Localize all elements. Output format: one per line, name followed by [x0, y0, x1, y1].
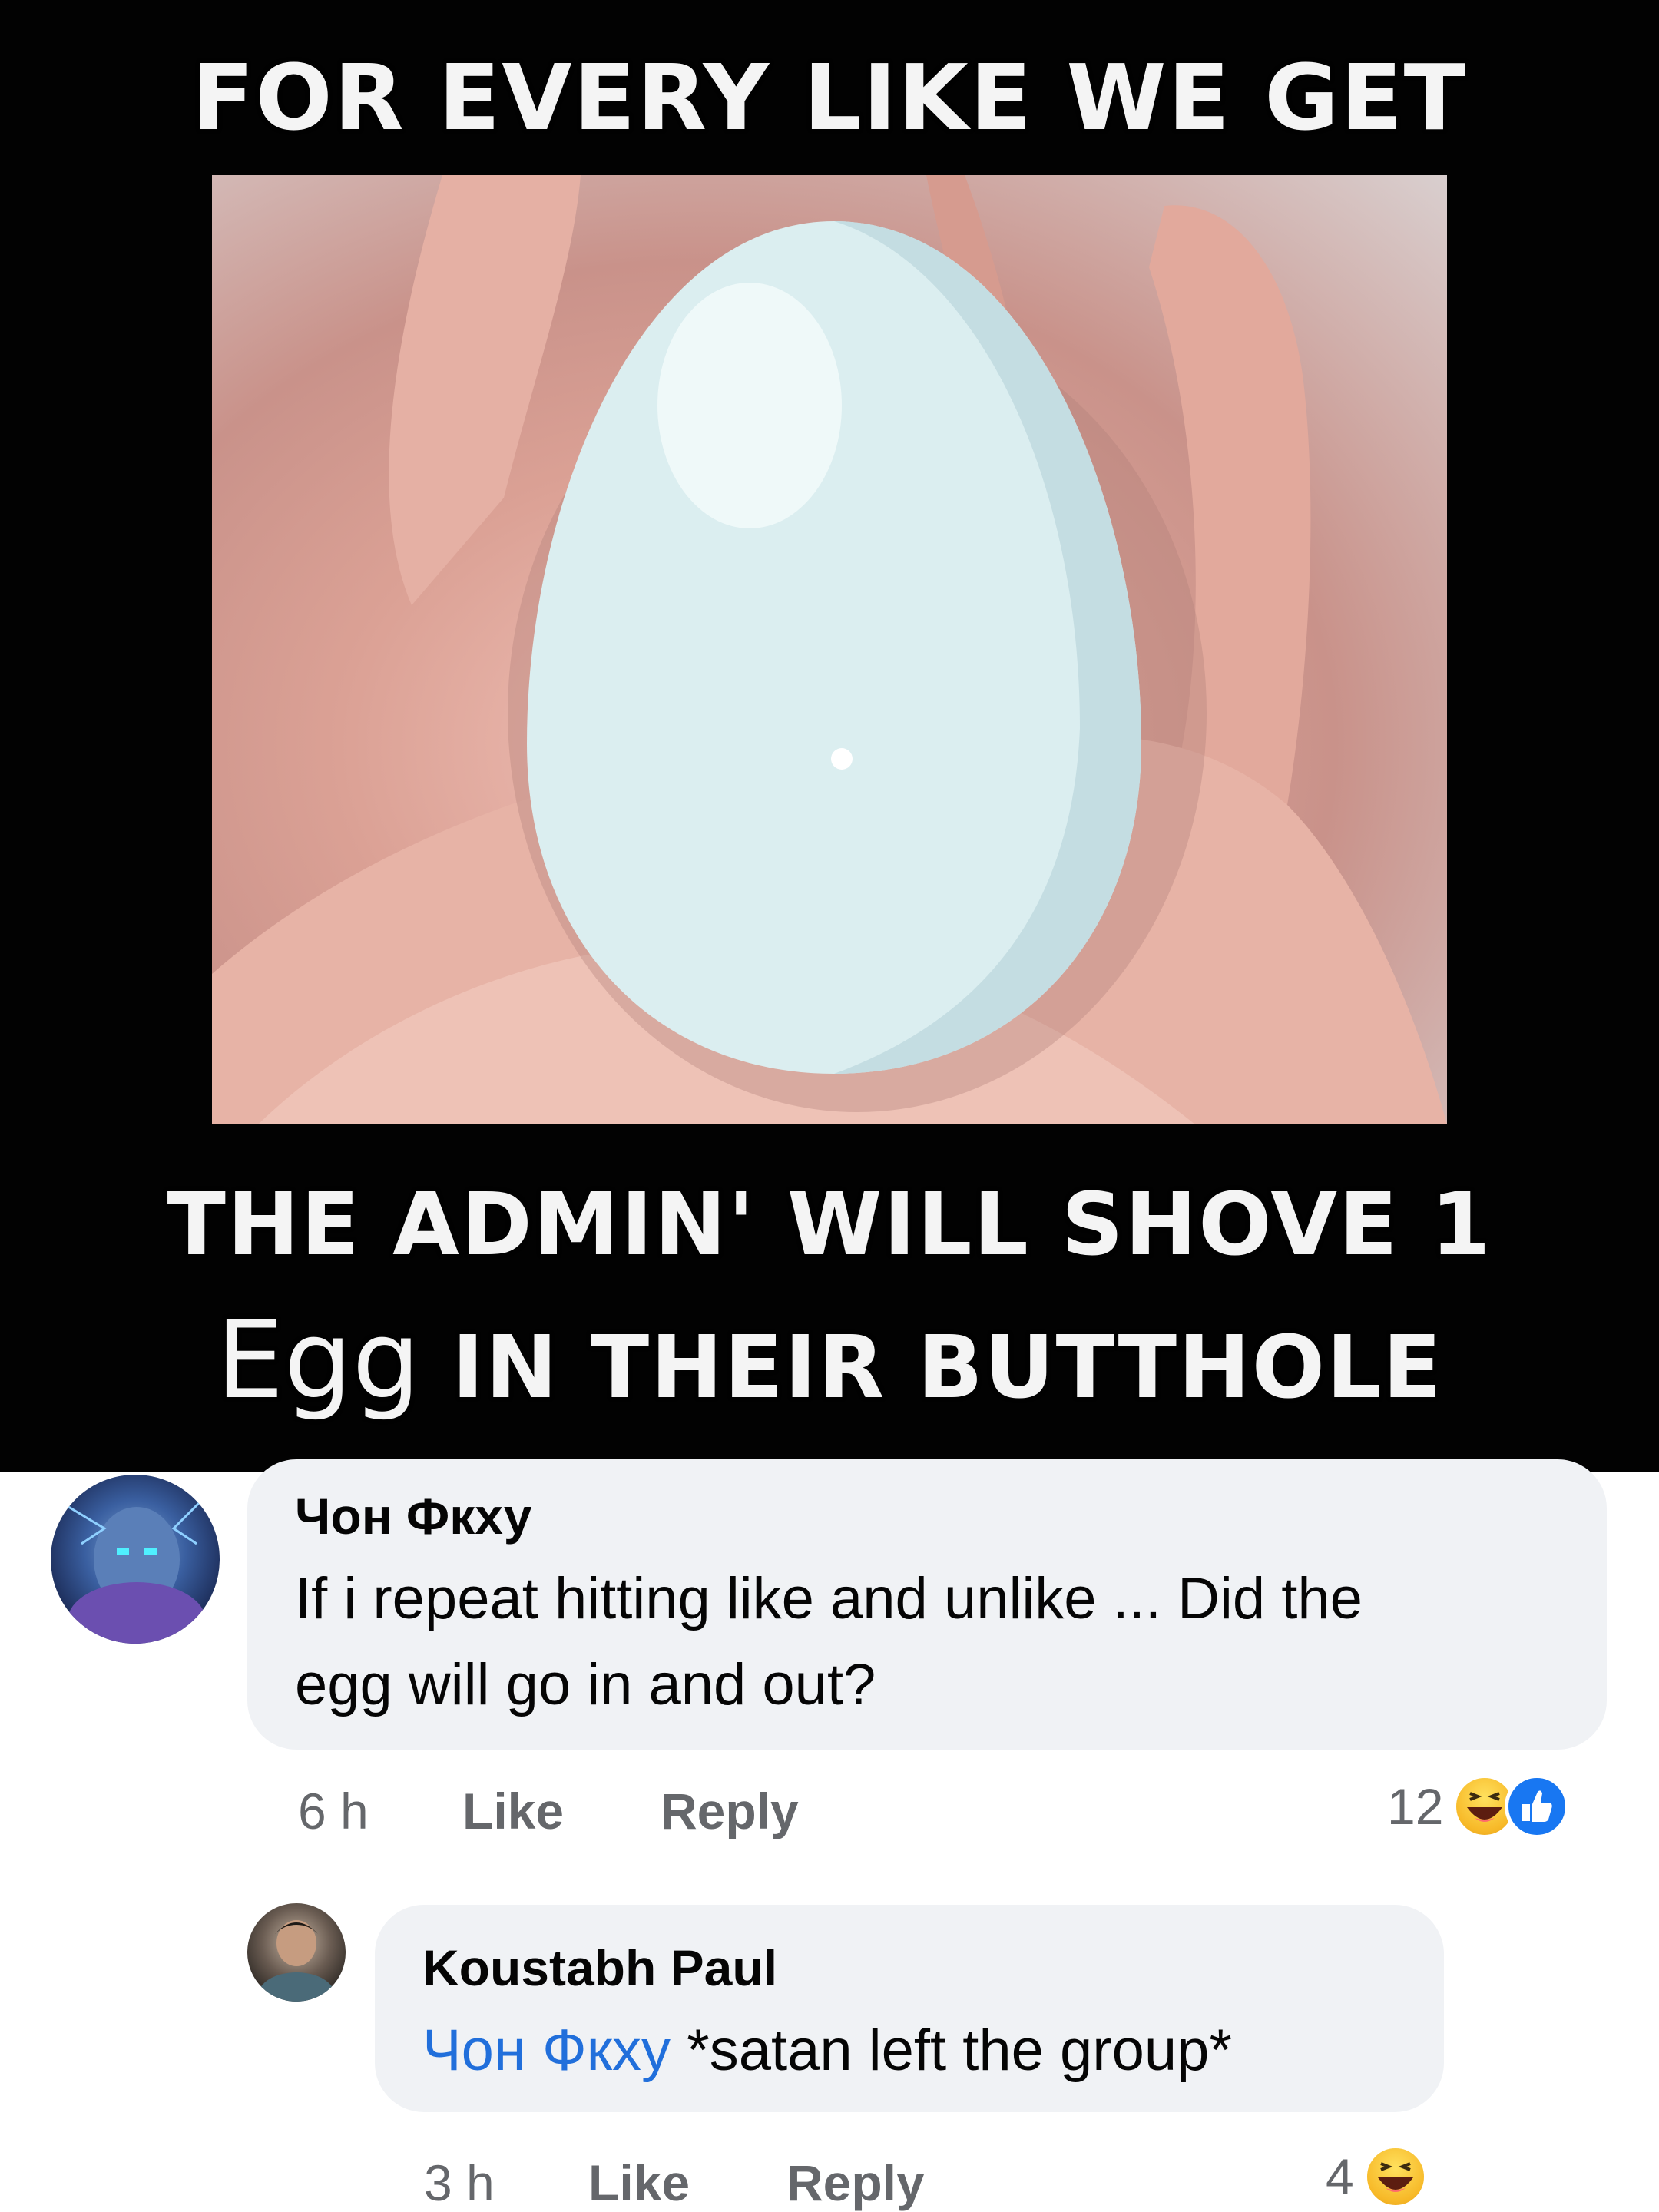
comment-text-rest: *satan left the group*	[671, 2018, 1232, 2083]
reaction-count: 4	[1326, 2148, 1354, 2205]
egg-in-hand-photo	[212, 175, 1447, 1124]
reply-button[interactable]: Reply	[661, 1782, 799, 1840]
like-icon	[1505, 1774, 1570, 1839]
meme-caption-egg-word: Egg	[216, 1298, 421, 1423]
comment-timestamp[interactable]: 3 h	[424, 2154, 495, 2212]
comment-text-line-1: If i repeat hitting like and unlike ... …	[295, 1566, 1363, 1631]
like-button[interactable]: Like	[462, 1782, 564, 1840]
comment-bubble: Чон Фкху If i repeat hitting like and un…	[247, 1459, 1607, 1750]
comment-bubble: Koustabh Paul Чон Фкху *satan left the g…	[375, 1905, 1444, 2112]
avatar-illustration	[258, 1920, 335, 2002]
mention-link[interactable]: Чон Фкху	[422, 2018, 671, 2083]
comment-text: Чон Фкху *satan left the group*	[422, 2008, 1232, 2094]
meme-caption-bottom-rest: IN THEIR BUTTHOLE	[420, 1318, 1443, 1418]
comment-author[interactable]: Koustabh Paul	[422, 1939, 777, 1997]
comment-author[interactable]: Чон Фкху	[295, 1487, 531, 1545]
avatar[interactable]	[247, 1903, 346, 2002]
avatar[interactable]	[51, 1475, 220, 1644]
meme-caption-bottom: Egg IN THEIR BUTTHOLE	[0, 1298, 1659, 1423]
egg-in-hand-illustration	[212, 175, 1447, 1124]
like-button[interactable]: Like	[588, 2154, 690, 2212]
meme-caption-top: FOR EVERY LIKE WE GET	[191, 45, 1468, 151]
meme-image[interactable]: FOR EVERY LIKE WE GET THE ADMIN' WILL SH…	[0, 0, 1659, 1472]
reply-button[interactable]: Reply	[786, 2154, 925, 2212]
comment-timestamp[interactable]: 6 h	[298, 1782, 369, 1840]
haha-icon	[1363, 2144, 1428, 2209]
avatar-illustration	[65, 1496, 206, 1644]
reaction-summary[interactable]: 4	[1326, 2144, 1428, 2209]
meme-caption-middle: THE ADMIN' WILL SHOVE 1	[167, 1175, 1492, 1275]
comment-text-line-2: egg will go in and out?	[295, 1652, 876, 1717]
reaction-summary[interactable]: 12	[1387, 1774, 1570, 1839]
reaction-count: 12	[1387, 1778, 1444, 1835]
